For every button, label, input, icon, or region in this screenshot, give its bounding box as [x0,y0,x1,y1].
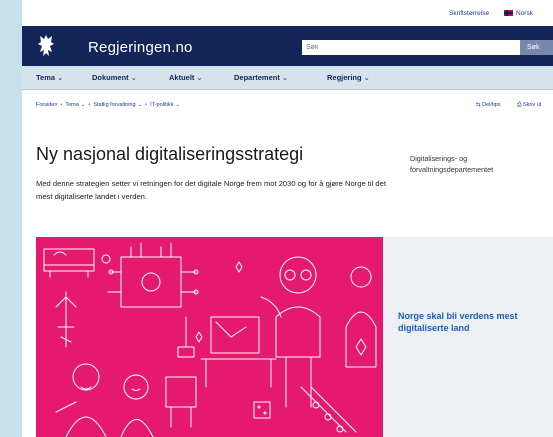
utility-bar: Skriftstørrelse Norsk [22,0,553,26]
breadcrumb-separator: • [60,102,63,108]
breadcrumb-item[interactable]: Forsiden [36,102,57,108]
nav-item-tema[interactable]: Tema ⌄ [36,73,63,82]
language-link[interactable]: Norsk [516,10,533,17]
chevron-down-icon: ⌄ [175,102,180,108]
norway-flag-icon [504,10,513,16]
page: Skriftstørrelse Norsk Regjeringen.no Søk… [22,0,553,437]
print-link[interactable]: ⎙ Skriv ut [517,102,541,109]
site-title[interactable]: Regjeringen.no [88,39,193,56]
hero-caption-link[interactable]: Norge skal bli verdens mest digitalisert… [398,310,548,334]
hero-banner[interactable]: Norge skal bli verdens mest digitalisert… [36,237,553,437]
nav-item-departement[interactable]: Departement ⌄ [234,73,288,82]
breadcrumb-separator: • [145,102,148,108]
main-nav: Tema ⌄ Dokument ⌄ Aktuelt ⌄ Departement ⌄ Re… [22,66,553,90]
ministry-link[interactable]: Digitaliserings- og forvaltningsdepartem… [410,153,550,175]
chevron-down-icon: ⌄ [80,102,86,108]
breadcrumb: Forsiden • Tema ⌄ • Statlig forvaltning ⌄ • IT-p… [36,102,180,108]
breadcrumb-item[interactable]: Tema [65,102,78,108]
coat-of-arms-icon[interactable] [36,33,56,59]
nav-item-aktuelt[interactable]: Aktuelt ⌄ [169,73,203,82]
article-lead: Med denne strategien setter vi retningen… [36,179,386,201]
site-header: Regjeringen.no Søk [22,26,553,66]
chevron-down-icon: ⌄ [130,73,137,82]
breadcrumb-item[interactable]: Statlig forvaltning [93,102,135,108]
breadcrumb-separator: • [88,102,91,108]
chevron-down-icon: ⌄ [137,102,143,108]
nav-item-regjering[interactable]: Regjering ⌄ [327,73,370,82]
font-size-link[interactable]: Skriftstørrelse [449,10,489,17]
search-button[interactable]: Søk [520,40,553,55]
nav-item-dokument[interactable]: Dokument ⌄ [92,73,137,82]
share-link[interactable]: ⇆ Del/tips [476,102,500,108]
breadcrumb-item[interactable]: IT-politikk [150,102,173,108]
chevron-down-icon: ⌄ [281,73,289,82]
chevron-down-icon: ⌄ [196,73,203,82]
chevron-down-icon: ⌄ [363,73,370,82]
chevron-down-icon: ⌄ [57,73,64,82]
search-input[interactable] [302,40,520,55]
page-title: Ny nasjonal digitaliseringsstrategi [36,144,304,164]
digital-illustration-image [36,237,383,437]
